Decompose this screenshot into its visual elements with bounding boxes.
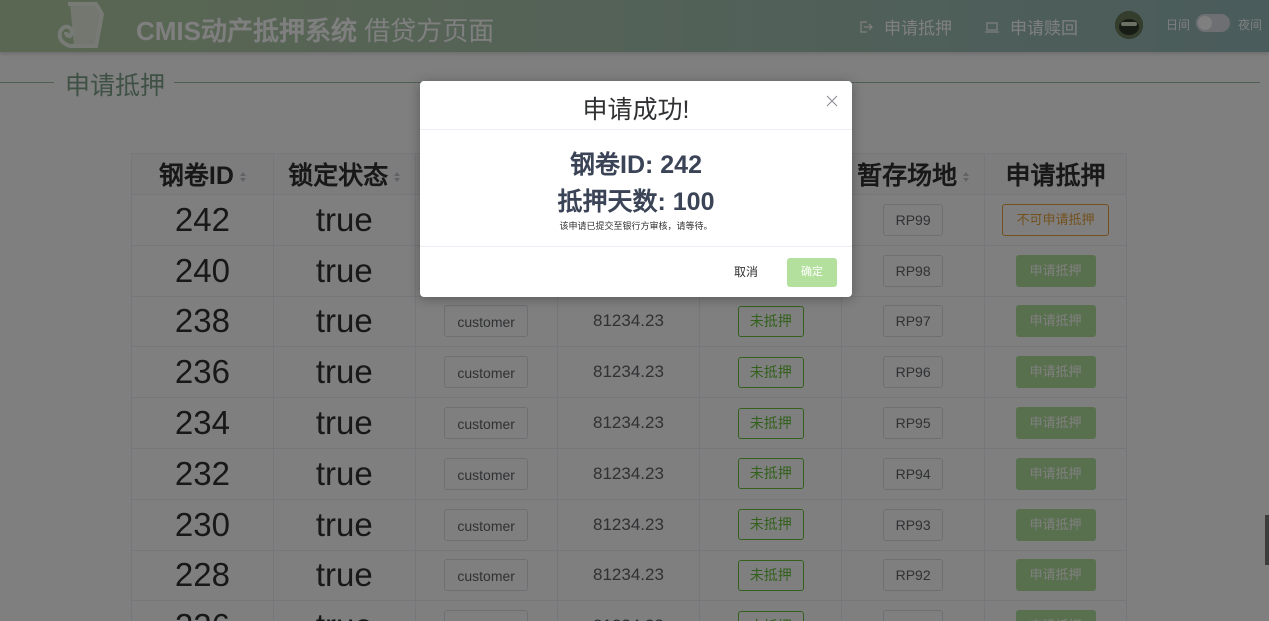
dialog-coil-id: 钢卷ID: 242 — [570, 151, 702, 179]
dialog-note: 该申请已提交至银行方审核，请等待。 — [559, 221, 713, 231]
dialog-footer-divider — [420, 246, 852, 247]
dialog-title: 申请成功! — [582, 96, 690, 124]
dialog-header-divider — [420, 129, 852, 130]
success-dialog: 申请成功! 钢卷ID: 242 抵押天数: 100 该申请已提交至银行方审核，请… — [420, 81, 852, 297]
cancel-button[interactable]: 取消 — [734, 263, 758, 280]
confirm-button[interactable]: 确定 — [787, 258, 837, 287]
scrollbar-thumb[interactable] — [1265, 515, 1269, 565]
close-icon[interactable] — [824, 93, 840, 109]
dialog-mortgage-days: 抵押天数: 100 — [557, 188, 715, 216]
